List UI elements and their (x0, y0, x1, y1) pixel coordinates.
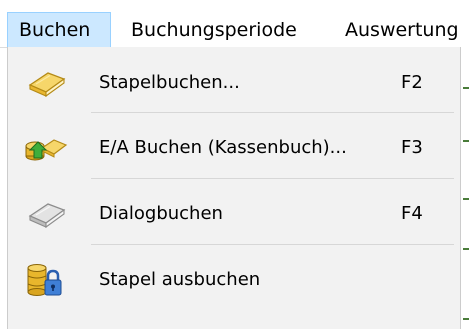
background-marker (463, 87, 469, 89)
menu-separator (91, 112, 454, 113)
menu-buchen[interactable]: Buchen (7, 12, 111, 48)
background-marker (463, 248, 469, 250)
stapelbuchen-label: Stapelbuchen... (99, 72, 240, 93)
stapel-ausbuchen-label: Stapel ausbuchen (99, 269, 261, 290)
yellow-book-icon (28, 72, 66, 98)
coins-arrow-icon (25, 139, 68, 161)
menu-item-stapel-ausbuchen[interactable]: Stapel ausbuchen (16, 252, 461, 308)
ea-buchen-label: E/A Buchen (Kassenbuch)... (99, 137, 347, 158)
gray-book-icon (28, 203, 66, 229)
stapelbuchen-shortcut: F2 (401, 72, 423, 93)
menu-bar: Buchen Buchungsperiode Auswertung (0, 0, 469, 48)
background-window-edge (461, 47, 469, 329)
menu-item-dialogbuchen[interactable]: Dialogbuchen F4 (16, 186, 461, 242)
dialogbuchen-label: Dialogbuchen (99, 203, 223, 224)
buchen-dropdown-menu: Stapelbuchen... F2 E/A Buchen (Kassenbuc… (7, 47, 461, 329)
database-lock-icon (27, 264, 62, 296)
menu-separator (91, 244, 454, 245)
background-marker (463, 140, 469, 142)
dialogbuchen-shortcut: F4 (401, 203, 423, 224)
background-marker (463, 198, 469, 200)
menu-buchungsperiode[interactable]: Buchungsperiode (131, 13, 297, 47)
menu-item-ea-buchen[interactable]: E/A Buchen (Kassenbuch)... F3 (16, 120, 461, 176)
background-marker (463, 318, 469, 320)
ea-buchen-shortcut: F3 (401, 137, 423, 158)
menu-separator (91, 178, 454, 179)
menu-auswertung[interactable]: Auswertung (345, 13, 459, 47)
menu-item-stapelbuchen[interactable]: Stapelbuchen... F2 (16, 55, 461, 111)
